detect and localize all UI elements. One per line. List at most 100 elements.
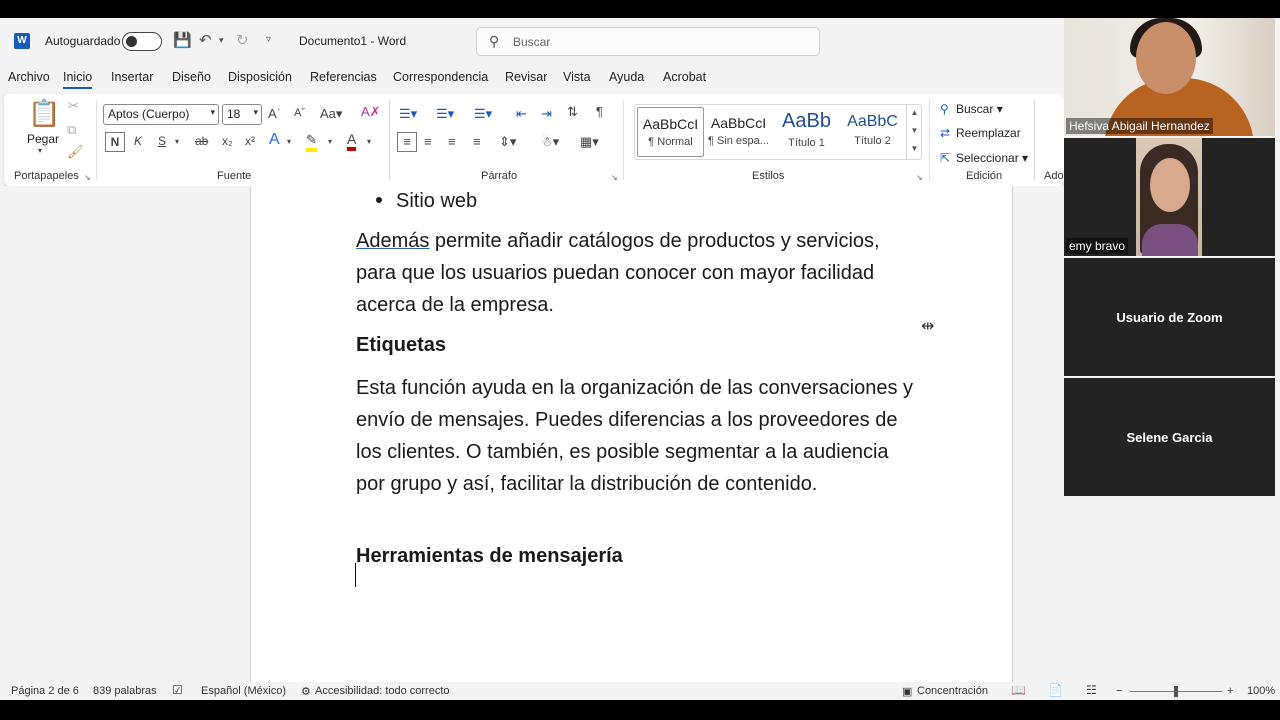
decrease-indent-icon[interactable]: ⇤ (516, 106, 527, 122)
multilevel-list-icon[interactable]: ☰▾ (474, 106, 492, 122)
numbering-icon[interactable]: ☰▾ (436, 106, 454, 122)
subscript-icon[interactable]: x₂ (222, 134, 233, 148)
change-case-icon[interactable]: Aa▾ (320, 106, 342, 122)
clipboard-launcher-icon[interactable]: ↘ (84, 173, 91, 182)
focus-mode[interactable]: Concentración (917, 685, 988, 697)
tab-inicio[interactable]: Inicio (63, 70, 93, 89)
list-item: Sitio web (356, 190, 477, 213)
grow-font-icon[interactable]: Aˈ (268, 106, 281, 121)
increase-indent-icon[interactable]: ⇥ (541, 106, 552, 122)
customize-toolbar-icon[interactable]: ▿ (266, 34, 271, 45)
shading-icon[interactable]: ☃▾ (541, 134, 559, 150)
show-formatting-icon[interactable]: ¶ (596, 104, 603, 119)
tab-correspondencia[interactable]: Correspondencia (393, 70, 488, 84)
tab-disposicion[interactable]: Disposición (228, 70, 292, 84)
paragraph-launcher-icon[interactable]: ↘ (611, 173, 618, 182)
tab-insertar[interactable]: Insertar (111, 70, 153, 84)
style-no-spacing[interactable]: AaBbCcI ¶ Sin espa... (705, 107, 772, 157)
zoom-slider-thumb[interactable] (1174, 686, 1178, 697)
tab-vista[interactable]: Vista (563, 70, 591, 84)
text-effects-dropdown-icon[interactable]: ▾ (287, 137, 291, 146)
shrink-font-icon[interactable]: Aˇ (294, 107, 305, 119)
undo-dropdown-icon[interactable]: ▾ (219, 35, 224, 46)
zoom-in-icon[interactable]: + (1227, 685, 1233, 697)
participant-tile[interactable]: Usuario de Zoom (1064, 258, 1275, 376)
replace-button[interactable]: ⇄ Reemplazar (940, 126, 1021, 140)
bold-button[interactable]: N (105, 132, 125, 152)
read-mode-icon[interactable]: 📖 (1011, 683, 1026, 697)
highlight-icon[interactable]: ✎ (306, 132, 317, 152)
strikethrough-icon[interactable]: ab (195, 134, 208, 148)
clear-formatting-icon[interactable]: A✗ (361, 104, 381, 120)
accessibility-icon[interactable]: ⚙ (301, 685, 311, 698)
tab-acrobat[interactable]: Acrobat (663, 70, 706, 84)
paste-button[interactable]: Pegar (27, 132, 59, 146)
web-layout-icon[interactable]: ☷ (1086, 683, 1097, 697)
justify-icon[interactable]: ≡ (473, 134, 481, 149)
underline-dropdown-icon[interactable]: ▾ (175, 137, 179, 146)
highlight-dropdown-icon[interactable]: ▾ (328, 137, 332, 146)
superscript-icon[interactable]: x² (245, 134, 255, 148)
print-layout-icon[interactable]: 📄 (1048, 683, 1063, 697)
font-color-dropdown-icon[interactable]: ▾ (367, 137, 371, 146)
find-button[interactable]: ⚲ Buscar ▾ (940, 102, 1003, 116)
autosave-toggle[interactable] (122, 32, 162, 51)
paragraph-2: Esta función ayuda en la organización de… (356, 377, 914, 495)
align-center-icon[interactable]: ≡ (424, 134, 432, 149)
page-count[interactable]: Página 2 de 6 (11, 685, 79, 697)
align-right-icon[interactable]: ≡ (448, 134, 456, 149)
document-page[interactable]: Sitio web Además permite añadir catálogo… (250, 186, 1013, 696)
scroll-up-icon[interactable]: ▲ (907, 104, 922, 122)
line-spacing-icon[interactable]: ⇕▾ (499, 134, 516, 150)
bullets-icon[interactable]: ☰▾ (399, 106, 417, 122)
search-box[interactable]: ⚲ (476, 27, 820, 56)
tab-referencias[interactable]: Referencias (310, 70, 377, 84)
font-size-select[interactable]: 18 ▾ (222, 104, 262, 125)
tab-ayuda[interactable]: Ayuda (609, 70, 644, 84)
tab-revisar[interactable]: Revisar (505, 70, 547, 84)
save-icon[interactable]: 💾 (173, 31, 192, 49)
undo-icon[interactable]: ↶ (199, 31, 212, 49)
status-bar: Página 2 de 6 839 palabras ☑ Español (Mé… (0, 682, 1280, 700)
search-input[interactable] (513, 32, 803, 52)
chevron-down-icon: ▾ (210, 107, 215, 117)
select-button[interactable]: ⇱ Seleccionar ▾ (940, 151, 1028, 165)
styles-scroll[interactable]: ▲ ▼ ▼ (906, 104, 922, 160)
underline-button[interactable]: S (158, 134, 166, 148)
italic-button[interactable]: K (134, 134, 142, 148)
font-name-select[interactable]: Aptos (Cuerpo) ▾ (103, 104, 219, 125)
participant-tile[interactable]: Hefsiva Abigail Hernandez (1064, 18, 1275, 136)
font-color-icon[interactable]: A (347, 131, 357, 151)
tab-diseno[interactable]: Diseño (172, 70, 211, 84)
format-painter-icon[interactable]: 🖌 (67, 144, 84, 160)
word-count[interactable]: 839 palabras (93, 685, 157, 697)
proofing-icon[interactable]: ☑ (172, 683, 183, 697)
cut-icon[interactable]: ✂ (68, 98, 79, 114)
style-heading-1[interactable]: AaBb Título 1 (773, 107, 840, 157)
font-size-value: 18 (227, 107, 241, 121)
language-status[interactable]: Español (México) (201, 685, 286, 697)
sort-icon[interactable]: ⇅ (567, 104, 578, 120)
more-styles-icon[interactable]: ▼ (907, 140, 922, 158)
copy-icon[interactable]: ⧉ (67, 122, 76, 138)
tab-archivo[interactable]: Archivo (8, 70, 50, 84)
styles-launcher-icon[interactable]: ↘ (916, 173, 923, 182)
bullet-text: Sitio web (396, 190, 478, 212)
focus-icon[interactable]: ▣ (902, 685, 912, 698)
grammar-flag-word[interactable]: Además (356, 230, 429, 252)
scroll-down-icon[interactable]: ▼ (907, 122, 922, 140)
borders-icon[interactable]: ▦▾ (580, 134, 599, 150)
redo-icon[interactable]: ↻ (236, 31, 249, 49)
style-normal[interactable]: AaBbCcI ¶ Normal (637, 107, 704, 157)
text-effects-icon[interactable]: A (269, 131, 280, 149)
participant-tile[interactable]: Selene Garcia (1064, 378, 1275, 496)
align-left-icon[interactable]: ≡ (397, 132, 417, 152)
paste-dropdown-icon[interactable]: ▾ (38, 146, 42, 155)
participant-tile[interactable]: emy bravo (1064, 138, 1275, 256)
zoom-level[interactable]: 100% (1247, 685, 1275, 697)
heading-etiquetas: Etiquetas (356, 334, 447, 356)
zoom-out-icon[interactable]: − (1116, 685, 1122, 697)
accessibility-status[interactable]: Accesibilidad: todo correcto (315, 685, 450, 697)
paste-icon[interactable]: 📋 (28, 98, 60, 129)
style-heading-2[interactable]: AaBbC Título 2 (839, 107, 906, 157)
